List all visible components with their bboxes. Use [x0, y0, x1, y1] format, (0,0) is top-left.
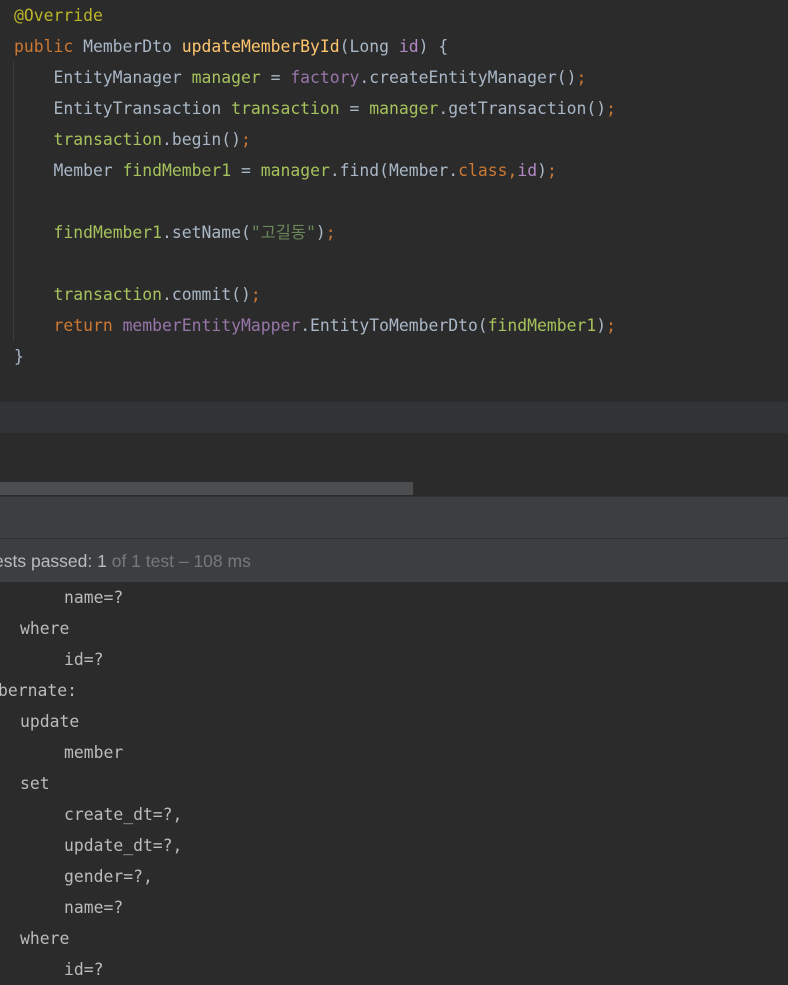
status-separator: – [173, 551, 194, 571]
code-token: MemberDto [83, 37, 182, 56]
code-token: ) [537, 161, 547, 180]
code-token: = [231, 161, 261, 180]
code-line: return memberEntityMapper.EntityToMember… [14, 310, 616, 341]
code-line: @Override [14, 0, 103, 31]
console-line: name=? [64, 588, 124, 607]
console-line: gender=?, [64, 867, 153, 886]
tests-passed-label: ests passed: [0, 551, 98, 571]
code-token: "고길동" [250, 223, 316, 242]
console-line: bernate: [0, 681, 77, 700]
code-token: ; [606, 99, 616, 118]
code-token: @Override [14, 6, 103, 25]
code-token: id [398, 37, 419, 56]
console-line: where [20, 929, 70, 948]
code-token: ( [339, 37, 350, 56]
code-token: .begin() [162, 130, 241, 149]
code-line: findMember1.setName("고길동"); [14, 217, 336, 248]
console-line: create_dt=?, [64, 805, 183, 824]
tests-passed-count: 1 [97, 551, 107, 571]
code-token: ) [596, 316, 607, 335]
code-token: Long [349, 37, 399, 56]
code-token: .setName( [162, 223, 251, 242]
code-token: .getTransaction() [438, 99, 607, 118]
code-token: manager [369, 99, 439, 118]
console-line: update_dt=?, [64, 836, 183, 855]
code-token: class [458, 161, 508, 180]
code-line: EntityManager manager = factory.createEn… [14, 62, 586, 93]
horizontal-scrollbar-thumb[interactable] [0, 482, 413, 495]
code-token: findMember1 [487, 316, 597, 335]
code-token: } [14, 347, 24, 366]
code-token: .EntityToMemberDto( [300, 316, 488, 335]
code-token: findMember1 [53, 223, 163, 242]
code-token: transaction [53, 285, 163, 304]
code-line: } [14, 341, 24, 372]
code-editor[interactable]: @Override public MemberDto updateMemberBy… [0, 0, 788, 402]
test-status-text: ests passed: 1 of 1 test – 108 ms [0, 539, 251, 583]
code-token: Member [14, 161, 123, 180]
code-line: public MemberDto updateMemberById(Long i… [14, 31, 448, 62]
code-token: .createEntityManager() [359, 68, 577, 87]
code-token: EntityTransaction [14, 99, 232, 118]
code-token: factory [290, 68, 360, 87]
code-token: manager [191, 68, 261, 87]
code-token: = [339, 99, 370, 118]
code-token: ) [315, 223, 326, 242]
test-status-bar: ests passed: 1 of 1 test – 108 ms [0, 538, 788, 583]
code-token: ; [606, 316, 616, 335]
console-line: set [20, 774, 50, 793]
console-line: member [64, 743, 124, 762]
code-token: findMember1 [122, 161, 232, 180]
code-token: return [53, 316, 123, 335]
run-tool-window-toolbar [0, 496, 788, 539]
console-line: id=? [64, 650, 104, 669]
console-line: name=? [64, 898, 124, 917]
editor-bottom-band [0, 402, 788, 433]
code-token: = [260, 68, 291, 87]
code-token: public [14, 37, 84, 56]
code-token: ; [250, 285, 261, 304]
code-token: , [507, 161, 518, 180]
console-output[interactable]: name=? where id=? bernate: update member set cr… [0, 582, 788, 983]
test-duration: 108 ms [193, 551, 251, 571]
code-line: transaction.begin(); [14, 124, 251, 155]
code-token: ; [241, 130, 251, 149]
code-line: EntityTransaction transaction = manager.… [14, 93, 616, 124]
code-token: ; [325, 223, 336, 242]
code-token: EntityManager [14, 68, 192, 87]
code-token: ) { [418, 37, 449, 56]
code-token: memberEntityMapper [122, 316, 301, 335]
tests-total-text: of 1 test [106, 551, 174, 571]
console-line: update [20, 712, 80, 731]
code-line: transaction.commit(); [14, 279, 261, 310]
code-token: transaction [231, 99, 340, 118]
code-token: id [517, 161, 538, 180]
code-token: .commit() [162, 285, 251, 304]
console-line: id=? [64, 960, 104, 979]
code-token: ; [576, 68, 587, 87]
code-token: manager [260, 161, 330, 180]
code-token: updateMemberById [181, 37, 340, 56]
code-token: ; [546, 161, 557, 180]
code-token: .find(Member. [329, 161, 459, 180]
code-line: Member findMember1 = manager.find(Member… [14, 155, 557, 186]
editor-empty-area [0, 433, 788, 483]
console-line: where [20, 619, 70, 638]
code-token: transaction [53, 130, 163, 149]
